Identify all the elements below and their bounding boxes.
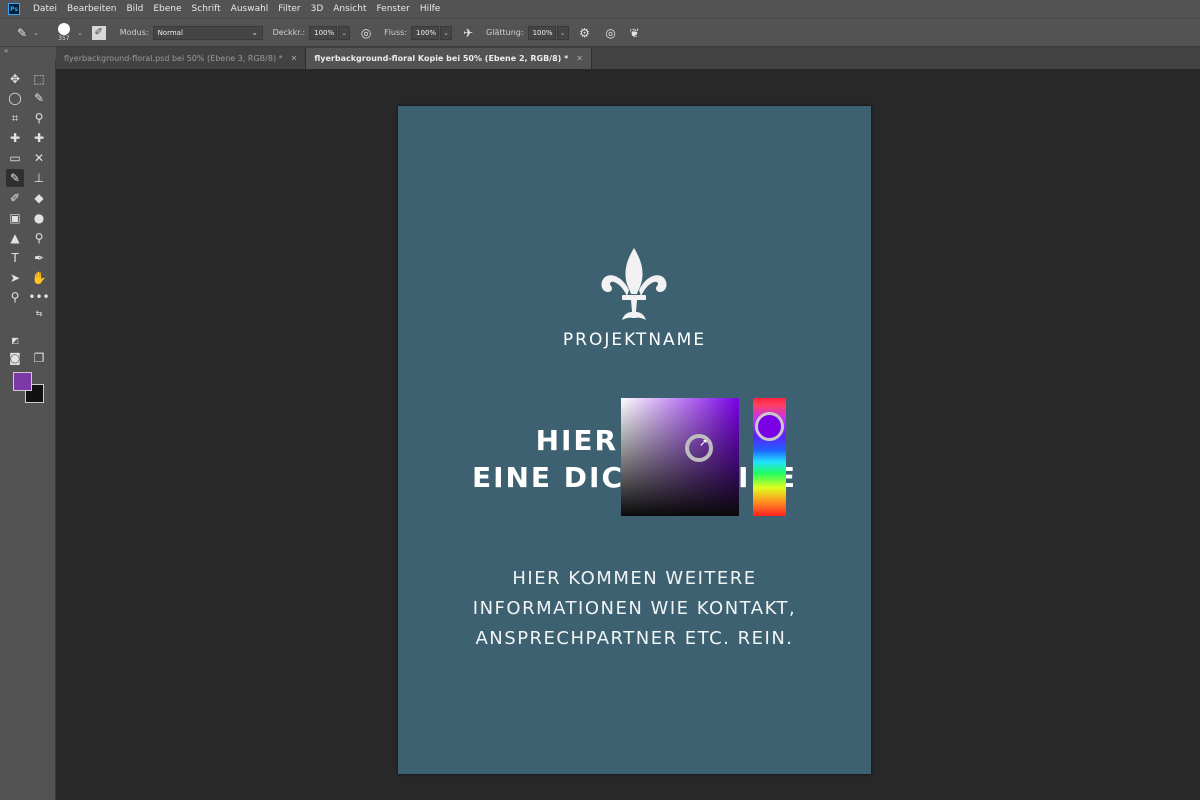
menu-schrift[interactable]: Schrift <box>187 4 226 14</box>
opacity-label: Deckkr.: <box>272 28 306 37</box>
dodge-tool-icon[interactable]: ⚲ <box>30 229 48 247</box>
swap-colors-icon[interactable]: ⇆ <box>34 308 44 318</box>
content-aware-move-tool-icon[interactable]: ✕ <box>30 149 48 167</box>
type-tool-icon[interactable]: T <box>6 249 24 267</box>
menu-3d[interactable]: 3D <box>306 4 329 14</box>
menu-bearbeiten[interactable]: Bearbeiten <box>62 4 121 14</box>
sharpen-tool-icon[interactable]: ▲ <box>6 229 24 247</box>
eyedropper-cursor-icon: ➚ <box>699 436 709 449</box>
default-colors-icon[interactable]: ◩ <box>10 335 20 345</box>
symmetry-butterfly-icon[interactable]: ❦ <box>627 25 643 41</box>
options-bar: ✎ ⌄ 357 ⌄ ✐ Modus: Normal ⌄ Deckkr.: 100… <box>0 18 1200 47</box>
airbrush-icon[interactable]: ✈ <box>460 25 476 41</box>
tab-flyerbackground-floral[interactable]: flyerbackground-floral.psd bei 50% (Eben… <box>56 48 307 69</box>
quick-select-tool-icon[interactable]: ✎ <box>30 89 48 107</box>
gradient-tool-icon[interactable]: ▣ <box>6 209 24 227</box>
toolbar-collapse-handle[interactable]: « <box>0 47 56 59</box>
menu-ebene[interactable]: Ebene <box>148 4 186 14</box>
info-line-1: HIER KOMMEN WEITERE <box>512 568 757 589</box>
mode-label: Modus: <box>119 28 149 37</box>
screen-mode-icon[interactable]: ❐ <box>30 349 48 367</box>
close-icon[interactable]: ✕ <box>291 54 298 63</box>
hue-slider-thumb[interactable] <box>755 412 784 441</box>
info-line-2: INFORMATIONEN WIE KONTAKT, <box>472 598 797 619</box>
healing-tool-icon[interactable]: ✚ <box>6 129 24 147</box>
hud-color-picker-square[interactable]: ➚ <box>621 398 739 516</box>
menu-fenster[interactable]: Fenster <box>371 4 414 14</box>
brush-tool-preset-icon[interactable]: ✎ <box>14 25 30 41</box>
foreground-color-swatch[interactable] <box>13 372 32 391</box>
chevron-down-icon: ⌄ <box>251 28 258 37</box>
smoothing-dropdown[interactable]: ⌄ <box>556 25 569 40</box>
project-name-text: PROJEKTNAME <box>562 330 707 350</box>
pressure-opacity-icon[interactable]: ◎ <box>358 25 374 41</box>
tab-label: flyerbackground-floral Kopie bei 50% (Eb… <box>314 54 569 63</box>
more-tools-icon[interactable]: ••• <box>28 288 49 306</box>
crop-tool-icon[interactable]: ⌗ <box>6 109 24 127</box>
menu-ansicht[interactable]: Ansicht <box>328 4 371 14</box>
opacity-input[interactable]: 100% <box>309 25 338 40</box>
menu-filter[interactable]: Filter <box>273 4 305 14</box>
path-select-tool-icon[interactable]: ➤ <box>6 269 24 287</box>
flow-input[interactable]: 100% <box>411 25 440 40</box>
tab-flyerbackground-floral-kopie[interactable]: flyerbackground-floral Kopie bei 50% (Eb… <box>306 48 592 69</box>
patch-tool-icon[interactable]: ✚ <box>30 129 48 147</box>
chevron-down-icon[interactable]: ⌄ <box>33 29 39 37</box>
blur-tool-icon[interactable]: ● <box>30 209 48 227</box>
menu-datei[interactable]: Datei <box>28 4 62 14</box>
hud-hue-slider[interactable] <box>753 398 786 516</box>
flow-dropdown[interactable]: ⌄ <box>440 25 453 40</box>
fleur-de-lis-icon <box>601 248 667 320</box>
brush-tip-icon <box>57 23 70 35</box>
flow-label: Fluss: <box>384 28 408 37</box>
close-icon[interactable]: ✕ <box>576 54 583 63</box>
zoom-tool-icon[interactable]: ⚲ <box>6 288 24 306</box>
frame-tool-icon[interactable]: ▭ <box>6 149 24 167</box>
info-text: HIER KOMMEN WEITERE INFORMATIONEN WIE KO… <box>398 564 871 654</box>
info-line-3: ANSPRECHPARTNER ETC. REIN. <box>475 628 794 649</box>
brush-size-picker[interactable]: 357 <box>54 23 74 42</box>
document-tabs: flyerbackground-floral.psd bei 50% (Eben… <box>56 47 1200 69</box>
marquee-tool-icon[interactable]: ⬚ <box>30 70 48 88</box>
smoothing-label: Glättung: <box>486 28 524 37</box>
brush-size-value: 357 <box>58 35 70 42</box>
brightness-gradient <box>621 398 739 516</box>
eraser-tool-icon[interactable]: ◆ <box>30 189 48 207</box>
chevron-down-icon[interactable]: ⌄ <box>77 29 83 37</box>
smoothing-input[interactable]: 100% <box>527 25 556 40</box>
menu-bild[interactable]: Bild <box>121 4 148 14</box>
menu-hilfe[interactable]: Hilfe <box>415 4 445 14</box>
photoshop-logo-icon: Ps <box>8 3 20 15</box>
eyedropper-tool-icon[interactable]: ⚲ <box>30 109 48 127</box>
mode-value: Normal <box>157 28 183 37</box>
hand-tool-icon[interactable]: ✋ <box>30 269 48 287</box>
quick-mask-icon[interactable]: ◙ <box>6 349 24 367</box>
lasso-tool-icon[interactable]: ◯ <box>6 89 24 107</box>
menu-bar: Ps Datei Bearbeiten Bild Ebene Schrift A… <box>0 0 1200 18</box>
brush-tool-icon[interactable]: ✎ <box>6 169 24 187</box>
opacity-dropdown[interactable]: ⌄ <box>338 25 351 40</box>
tools-panel: ✥ ⬚ ◯ ✎ ⌗ ⚲ ✚ ✚ ▭ ✕ ✎ ⊥ ✐ ◆ ▣ ● ▲ ⚲ T ✒ … <box>0 59 56 800</box>
mode-select[interactable]: Normal ⌄ <box>152 25 263 40</box>
stamp-tool-icon[interactable]: ⊥ <box>30 169 48 187</box>
gear-icon[interactable]: ⚙ <box>577 25 593 41</box>
brush-settings-panel-icon[interactable]: ✐ <box>91 25 106 40</box>
pressure-size-icon[interactable]: ◎ <box>603 25 619 41</box>
move-tool-icon[interactable]: ✥ <box>6 70 24 88</box>
tab-label: flyerbackground-floral.psd bei 50% (Eben… <box>64 54 283 63</box>
pen-tool-icon[interactable]: ✒ <box>30 249 48 267</box>
history-brush-tool-icon[interactable]: ✐ <box>6 189 24 207</box>
menu-auswahl[interactable]: Auswahl <box>226 4 274 14</box>
